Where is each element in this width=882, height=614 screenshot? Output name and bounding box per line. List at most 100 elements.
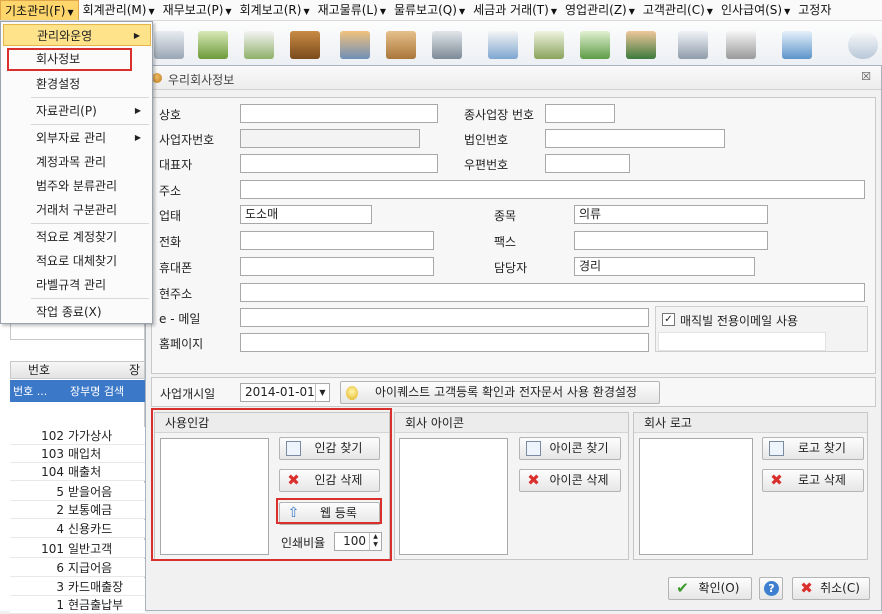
caret-down-icon: ▼	[67, 7, 74, 17]
menu-accounting[interactable]: 회계관리(M) ▼	[79, 0, 159, 20]
zip-input[interactable]	[545, 154, 630, 173]
cancel-button[interactable]: ✖ 취소(C)	[792, 577, 870, 600]
biz-type-input[interactable]: 도소매	[240, 205, 372, 224]
email-input[interactable]	[240, 308, 649, 327]
menu-item-exit[interactable]: 작업 종료(X)	[3, 301, 151, 323]
biz-no-input[interactable]	[240, 129, 420, 148]
menu-logistics-report[interactable]: 물류보고(Q) ▼	[390, 0, 469, 20]
menu-item-data-management[interactable]: 자료관리(P) ▶	[3, 100, 151, 122]
table-row[interactable]: 6 지급어음	[10, 559, 145, 577]
fax-input[interactable]	[574, 231, 768, 250]
row-number: 5	[56, 485, 64, 499]
row-name: 가가상사	[68, 429, 113, 443]
briefcase-icon[interactable]	[290, 31, 320, 59]
ok-button[interactable]: ✔ 확인(O)	[668, 577, 752, 600]
row-name: 받을어음	[68, 485, 113, 499]
logo-group-title: 회사 로고	[634, 413, 867, 433]
menu-inventory[interactable]: 재고물류(L) ▼	[314, 0, 390, 20]
money-icon[interactable]	[198, 31, 228, 59]
biz-type-label: 업태	[159, 209, 182, 223]
icon-find-button[interactable]: 아이콘 찾기	[519, 437, 621, 460]
bill-email-input[interactable]	[658, 332, 826, 351]
card-icon[interactable]	[340, 31, 370, 59]
bill-email-checkbox[interactable]: ✓	[662, 313, 675, 326]
customer-registration-button[interactable]: 아이퀘스트 고객등록 확인과 전자문서 사용 환경설정	[340, 381, 660, 404]
chevron-right-icon: ▶	[133, 31, 140, 40]
company-info-highlight	[7, 48, 132, 71]
manager-input[interactable]: 경리	[574, 257, 755, 276]
company-name-input[interactable]	[240, 104, 438, 123]
branch-no-label: 종사업장 번호	[464, 108, 535, 122]
icon-delete-button[interactable]: ✖ 아이콘 삭제	[519, 469, 621, 492]
cur-address-input[interactable]	[240, 283, 865, 302]
menu-fixed-assets[interactable]: 고정자	[794, 0, 835, 20]
row-name: 매입처	[68, 447, 102, 461]
menu-item-categories[interactable]: 범주와 분류관리	[3, 175, 151, 197]
chevron-down-icon[interactable]: ▼	[315, 384, 329, 401]
phone-input[interactable]	[240, 231, 434, 250]
menu-item-external-data[interactable]: 외부자료 관리 ▶	[3, 127, 151, 149]
homepage-input[interactable]	[240, 333, 649, 352]
table-row[interactable]: 5 받을어음	[10, 483, 145, 501]
menu-basic[interactable]: 기초관리(F) ▼	[0, 0, 79, 20]
calculator-icon[interactable]	[726, 31, 756, 59]
menu-item-management[interactable]: 관리와운영 ▶	[3, 24, 151, 46]
menu-sales[interactable]: 영업관리(Z) ▼	[561, 0, 639, 20]
col-name-header[interactable]: 장	[67, 362, 144, 378]
cash-icon[interactable]	[580, 31, 610, 59]
branch-no-input[interactable]	[545, 104, 615, 123]
logo-delete-button[interactable]: ✖ 로고 삭제	[762, 469, 864, 492]
ledger-filter-row[interactable]: 번호 ... 장부명 검색	[10, 380, 145, 402]
icon-image-box	[399, 438, 508, 555]
filter-number[interactable]: 번호 ...	[10, 383, 66, 399]
col-number-header[interactable]: 번호	[11, 362, 67, 378]
menu-finance-report[interactable]: 재무보고(P) ▼	[159, 0, 236, 20]
tax-document-icon[interactable]	[154, 31, 184, 59]
table-row[interactable]: 104 매출처	[10, 463, 145, 481]
chat-icon[interactable]	[848, 31, 878, 59]
start-date-picker[interactable]: 2014-01-01 ▼	[240, 383, 330, 402]
ceo-input[interactable]	[240, 154, 438, 173]
customer-registration-label: 아이퀘스트 고객등록 확인과 전자문서 사용 환경설정	[375, 385, 637, 399]
menu-item-find-replace[interactable]: 적요로 대체찾기	[3, 250, 151, 272]
menu-item-label-spec[interactable]: 라벨규격 관리	[3, 274, 151, 296]
address-input[interactable]	[240, 180, 865, 199]
close-icon[interactable]: ☒	[861, 70, 871, 83]
mail-icon[interactable]	[678, 31, 708, 59]
boxes-icon[interactable]	[386, 31, 416, 59]
table-row[interactable]: 2 보통예금	[10, 501, 145, 519]
table-row[interactable]: 4 신용카드	[10, 520, 145, 538]
table-row[interactable]: 103 매입처	[10, 445, 145, 463]
percent-icon[interactable]	[782, 31, 812, 59]
mobile-input[interactable]	[240, 257, 434, 276]
tools-icon[interactable]	[432, 31, 462, 59]
menu-item-client-groups[interactable]: 거래처 구분관리	[3, 199, 151, 221]
filter-name[interactable]: 장부명 검색	[66, 383, 124, 399]
table-row[interactable]: 102 가가상사	[10, 427, 145, 445]
id-card-icon[interactable]	[488, 31, 518, 59]
logo-find-button[interactable]: 로고 찾기	[762, 437, 864, 460]
menu-item-accounts[interactable]: 계정과목 관리	[3, 151, 151, 173]
money-bag-icon[interactable]	[534, 31, 564, 59]
menu-label: 회계관리(M)	[82, 2, 147, 17]
menu-accounting-report[interactable]: 회계보고(R) ▼	[236, 0, 314, 20]
caret-down-icon: ▼	[628, 6, 635, 16]
bill-email-box: ✓ 매직빌 전용이메일 사용	[655, 306, 868, 352]
document-arrow-icon[interactable]	[244, 31, 274, 59]
menu-hr[interactable]: 인사급여(S) ▼	[717, 0, 794, 20]
menu-item-find-account[interactable]: 적요로 계정찾기	[3, 226, 151, 248]
corp-no-input[interactable]	[545, 129, 725, 148]
cancel-label: 취소(C)	[820, 581, 860, 595]
dialog-titlebar: 우리회사정보 ☒	[146, 66, 881, 90]
table-row[interactable]: 101 일반고객	[10, 540, 145, 558]
logo-find-label: 로고 찾기	[798, 441, 846, 455]
menu-label: 기초관리(F)	[5, 3, 66, 18]
biz-item-input[interactable]: 의류	[574, 205, 768, 224]
menu-customer[interactable]: 고객관리(C) ▼	[639, 0, 717, 20]
menu-tax[interactable]: 세금과 거래(T) ▼	[469, 0, 561, 20]
table-row[interactable]: 3 카드매출장	[10, 578, 145, 596]
table-row[interactable]: 1 현금출납부	[10, 596, 145, 614]
menu-item-settings[interactable]: 환경설정	[3, 73, 151, 95]
help-button[interactable]: ?	[759, 577, 783, 600]
people-icon[interactable]	[626, 31, 656, 59]
